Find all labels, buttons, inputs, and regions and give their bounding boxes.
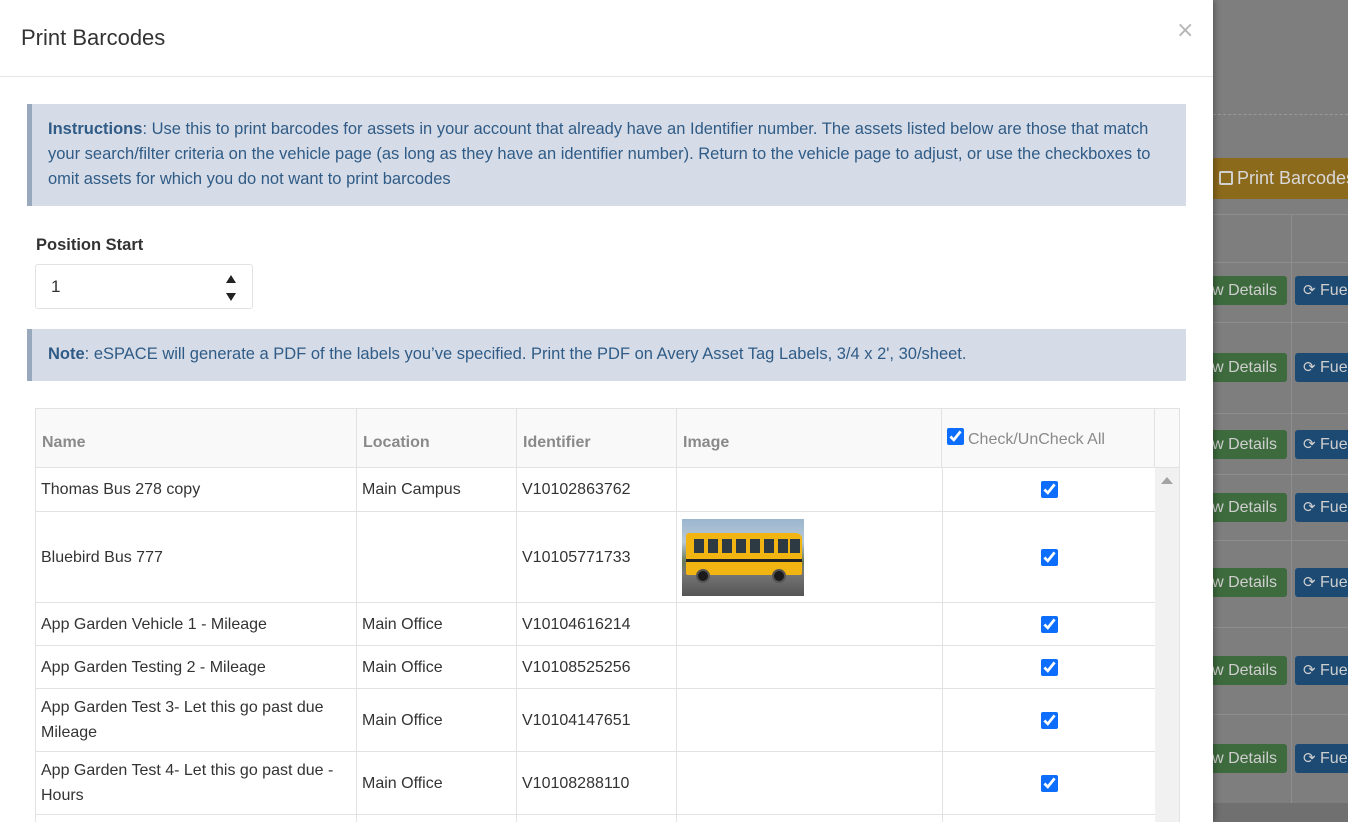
check-all-checkbox[interactable] — [947, 428, 964, 445]
table-row: App Garden Testing 2 - Mileage Main Offi… — [36, 646, 1155, 689]
instructions-alert: Instructions: Use this to print barcodes… — [27, 104, 1186, 206]
table-header: Name Location Identifier Image Check/UnC… — [36, 409, 1179, 468]
background-details-button: w Details — [1213, 568, 1287, 597]
refresh-icon: ⟳ — [1303, 282, 1316, 299]
position-start-input[interactable] — [36, 265, 216, 308]
background-divider — [1213, 114, 1348, 115]
cell-check — [943, 603, 1155, 645]
cell-image — [677, 752, 943, 814]
cell-name: App Garden Test 4- Let this go past due … — [36, 752, 357, 814]
background-fuel-button: ⟳ Fue — [1295, 353, 1348, 382]
table-row: App Garden Test 4- Let this go past due … — [36, 752, 1155, 815]
header-image: Image — [677, 409, 942, 467]
print-barcodes-modal: Print Barcodes × Instructions: Use this … — [0, 0, 1213, 822]
assets-table: Name Location Identifier Image Check/UnC… — [35, 408, 1180, 822]
refresh-icon: ⟳ — [1303, 574, 1316, 591]
background-fuel-button: ⟳ Fue — [1295, 493, 1348, 522]
cell-check — [943, 752, 1155, 814]
close-icon[interactable]: × — [1176, 18, 1194, 44]
refresh-icon: ⟳ — [1303, 662, 1316, 679]
instructions-text: : Use this to print barcodes for assets … — [48, 120, 1151, 188]
row-checkbox[interactable] — [1040, 711, 1058, 729]
cell-name: App Garden Testing 2 - Mileage — [36, 646, 357, 688]
background-fuel-button: ⟳ Fue — [1295, 276, 1348, 305]
cell-image — [677, 689, 943, 751]
cell-check — [943, 512, 1155, 602]
note-text: : eSPACE will generate a PDF of the labe… — [84, 345, 967, 363]
table-row: App Garden Vehicle 1 - Mileage Main Offi… — [36, 603, 1155, 646]
table-row: App Garden Test 3- Let this go past due … — [36, 689, 1155, 752]
row-checkbox[interactable] — [1040, 481, 1058, 498]
bus-photo — [682, 518, 804, 596]
background-fuel-button: ⟳ Fue — [1295, 656, 1348, 685]
cell-name: Thomas Bus 278 copy — [36, 468, 357, 511]
cell-check — [943, 468, 1155, 511]
background-details-button: w Details — [1213, 493, 1287, 522]
note-label: Note — [48, 345, 85, 363]
background-fuel-button: ⟳ Fue — [1295, 430, 1348, 459]
cell-location: Main Office — [357, 689, 517, 751]
cell-location: Main Campus — [357, 468, 517, 511]
background-details-button: w Details — [1213, 430, 1287, 459]
background-print-barcodes-button: Print Barcodes — [1213, 158, 1348, 199]
cell-check — [943, 646, 1155, 688]
cell-identifier: V10104147651 — [517, 689, 677, 751]
header-location[interactable]: Location — [357, 409, 517, 467]
cell-image — [677, 603, 943, 645]
cell-location: Main Office — [357, 603, 517, 645]
refresh-icon: ⟳ — [1303, 499, 1316, 516]
cell-identifier: V10108288110 — [517, 752, 677, 814]
cell-name: Bluebird Bus 777 — [36, 512, 357, 602]
cell-location: Main Office — [357, 646, 517, 688]
header-name[interactable]: Name — [36, 409, 357, 467]
table-row: Bluebird Bus 777 V10105771733 — [36, 512, 1155, 603]
cell-image — [677, 512, 943, 602]
spin-up-icon[interactable] — [224, 273, 238, 285]
header-check-all: Check/UnCheck All — [942, 409, 1155, 467]
note-alert: Note: eSPACE will generate a PDF of the … — [27, 329, 1186, 381]
table-row: Thomas Bus 278 copy Main Campus V1010286… — [36, 468, 1155, 512]
position-start-label: Position Start — [36, 236, 144, 254]
row-checkbox[interactable] — [1040, 548, 1058, 566]
cell-identifier: V10104616214 — [517, 603, 677, 645]
cell-identifier: V10102863762 — [517, 468, 677, 511]
header-identifier[interactable]: Identifier — [517, 409, 677, 467]
background-details-button: w Details — [1213, 656, 1287, 685]
background-details-button: w Details — [1213, 353, 1287, 382]
position-start-field — [35, 264, 253, 309]
cell-identifier: V10105771733 — [517, 512, 677, 602]
cell-image — [677, 468, 943, 511]
background-page: Print Barcodes w Details ⟳ Fue w Details… — [1213, 0, 1348, 822]
background-fuel-button: ⟳ Fue — [1295, 744, 1348, 773]
cell-name: App Garden Vehicle 1 - Mileage — [36, 603, 357, 645]
cell-check — [943, 689, 1155, 751]
instructions-label: Instructions — [48, 120, 143, 138]
modal-title: Print Barcodes — [21, 25, 166, 50]
scroll-up-icon[interactable] — [1161, 477, 1173, 484]
cell-identifier: V10108525256 — [517, 646, 677, 688]
row-checkbox[interactable] — [1040, 658, 1058, 676]
row-checkbox[interactable] — [1040, 615, 1058, 633]
print-icon — [1219, 171, 1233, 185]
refresh-icon: ⟳ — [1303, 359, 1316, 376]
background-fuel-button: ⟳ Fue — [1295, 568, 1348, 597]
cell-location: Main Office — [357, 752, 517, 814]
spin-down-icon[interactable] — [224, 291, 238, 303]
modal-header: Print Barcodes × — [0, 0, 1213, 77]
cell-name: App Garden Test 3- Let this go past due … — [36, 689, 357, 751]
cell-image — [677, 646, 943, 688]
refresh-icon: ⟳ — [1303, 750, 1316, 767]
table-row — [36, 815, 1155, 822]
check-all-label: Check/UnCheck All — [968, 431, 1105, 448]
background-details-button: w Details — [1213, 744, 1287, 773]
row-checkbox[interactable] — [1040, 774, 1058, 792]
refresh-icon: ⟳ — [1303, 436, 1316, 453]
background-details-button: w Details — [1213, 276, 1287, 305]
cell-location — [357, 512, 517, 602]
table-scrollbar[interactable] — [1155, 468, 1179, 822]
